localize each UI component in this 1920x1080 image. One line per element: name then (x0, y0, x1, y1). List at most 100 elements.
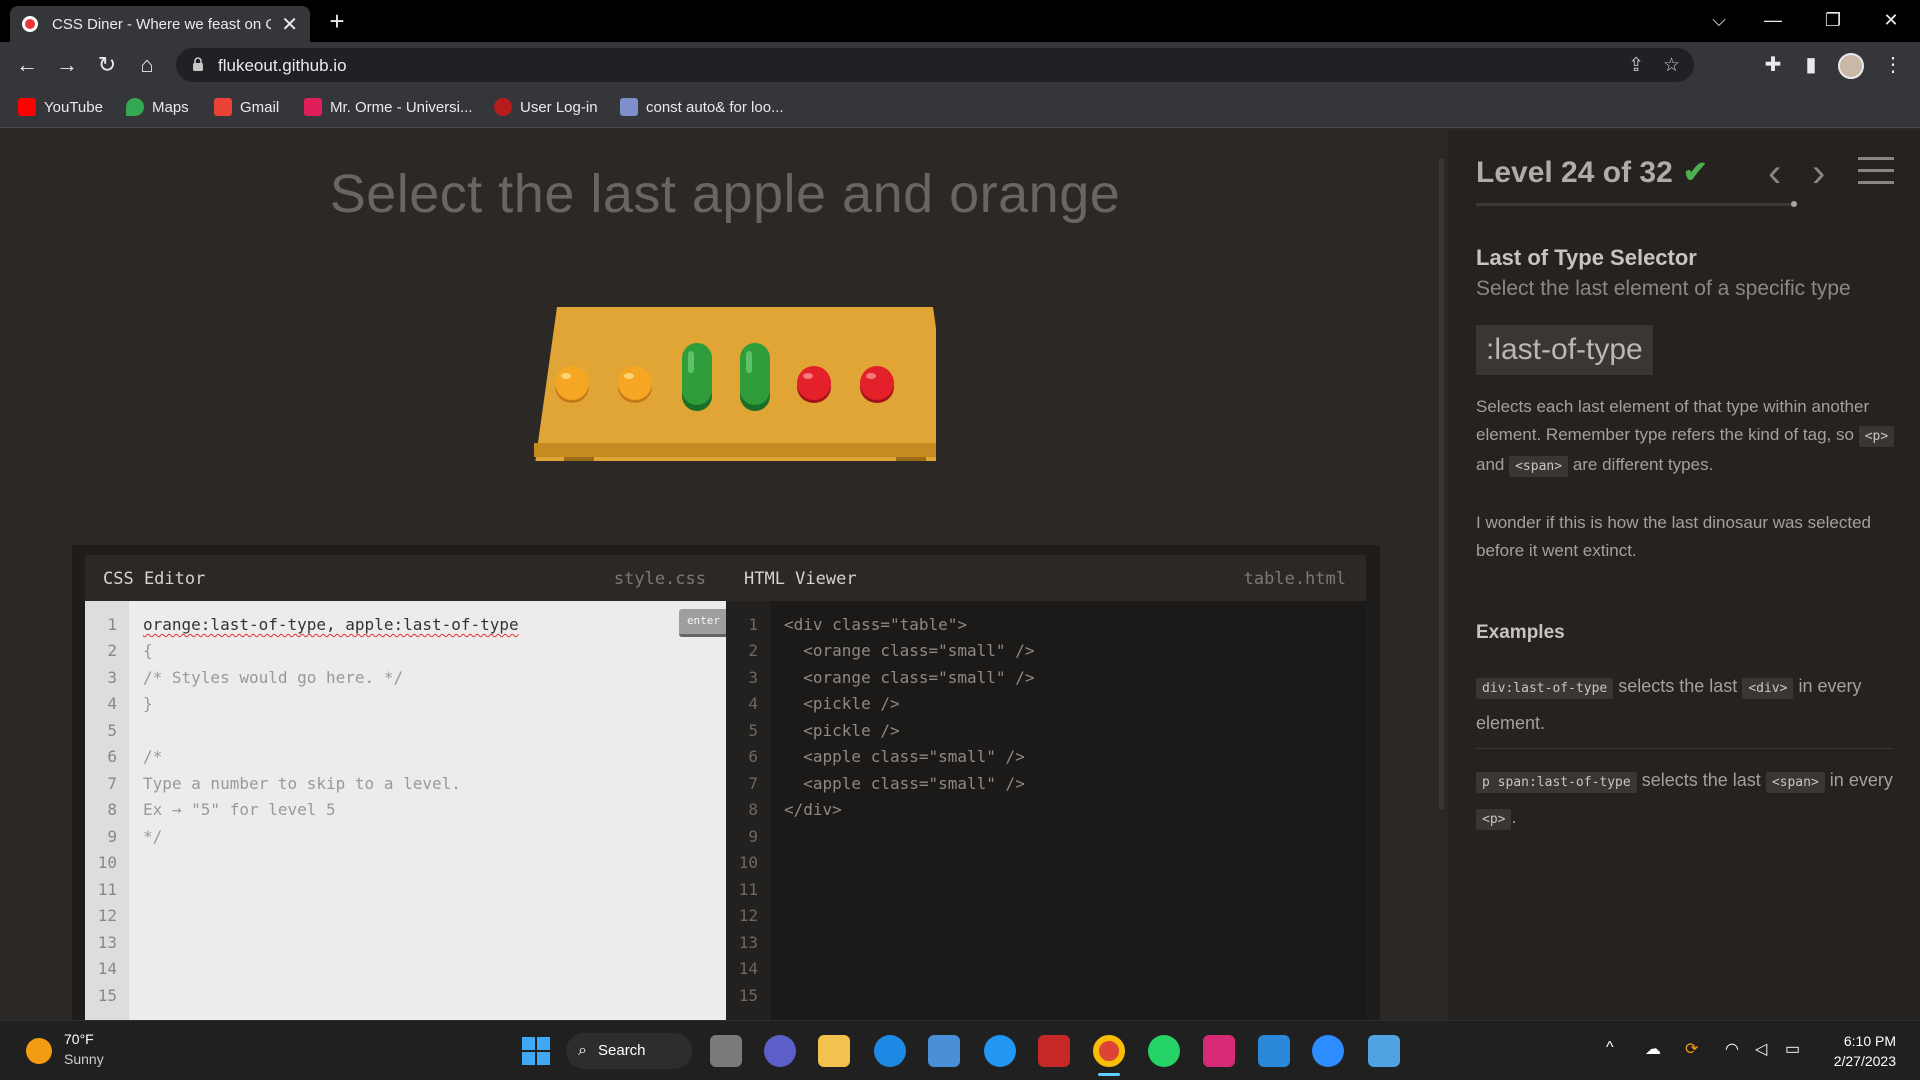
volume-icon[interactable]: ◁ (1755, 1039, 1767, 1059)
html-line[interactable]: <apple class="small" /> (784, 774, 1025, 793)
example-code: <p> (1476, 809, 1512, 830)
css-line-numbers: 1 2 3 4 5 6 7 8 9 10 11 12 13 14 15 (85, 601, 129, 1025)
restore-button[interactable]: ❐ (1810, 0, 1856, 42)
html-line[interactable]: <pickle /> (784, 694, 899, 713)
side-panel-icon[interactable]: ▮ (1796, 50, 1826, 80)
line-number: 3 (107, 668, 117, 687)
bookmark-const-auto[interactable]: const auto& for loo... (620, 98, 784, 116)
weather-temperature[interactable]: 70°F (64, 1031, 94, 1047)
apple-small[interactable] (794, 361, 834, 405)
line-number: 13 (738, 933, 758, 952)
line-number: 8 (107, 800, 117, 819)
minimize-button[interactable]: — (1750, 0, 1796, 42)
active-app-indicator (1098, 1073, 1120, 1076)
bookmark-gmail[interactable]: Gmail (214, 98, 279, 116)
home-icon[interactable]: ⌂ (132, 50, 162, 80)
whatsapp-icon[interactable] (1148, 1035, 1180, 1067)
system-clock[interactable]: 6:10 PM 2/27/2023 (1834, 1031, 1896, 1071)
next-level-icon[interactable]: › (1812, 151, 1825, 196)
bookmark-label: Gmail (240, 98, 280, 116)
line-number: 2 (107, 641, 117, 660)
pickle[interactable] (738, 341, 772, 413)
browser-menu-icon[interactable]: ⋮ (1878, 50, 1908, 80)
url-text: flukeout.github.io (218, 56, 347, 75)
active-tab[interactable]: CSS Diner - Where we feast on CSS ✕ (10, 6, 310, 42)
battery-icon[interactable]: ▭ (1785, 1039, 1800, 1059)
code-line: /* Styles would go here. */ (143, 668, 404, 687)
tab-search-chevron-icon[interactable]: ⌵ (1696, 0, 1742, 42)
vscode-icon[interactable] (1258, 1035, 1290, 1067)
example-text: . (1511, 807, 1517, 827)
bookmark-user-login[interactable]: User Log-in (494, 98, 598, 116)
code-line: */ (143, 827, 163, 846)
css-editor-title: CSS Editor (103, 569, 206, 589)
profile-avatar[interactable] (1838, 53, 1864, 79)
css-selector-input[interactable]: orange:last-of-type, apple:last-of-type (143, 615, 519, 634)
onedrive-icon[interactable]: ☁ (1645, 1039, 1661, 1059)
share-icon[interactable]: ⇪ (1628, 54, 1644, 77)
sync-icon[interactable]: ⟳ (1685, 1039, 1698, 1059)
bookmark-youtube[interactable]: YouTube (18, 98, 103, 116)
html-line[interactable]: </div> (784, 800, 842, 819)
css-filename: style.css (613, 569, 706, 589)
instagram-icon[interactable] (1203, 1035, 1235, 1067)
back-icon[interactable]: ← (12, 50, 42, 80)
html-line-numbers: 1 2 3 4 5 6 7 8 9 10 11 12 13 14 15 (726, 601, 770, 1025)
previous-level-icon[interactable]: ‹ (1768, 151, 1781, 196)
sun-icon[interactable] (26, 1038, 52, 1064)
reload-icon[interactable]: ↻ (92, 50, 122, 80)
mcafee-icon[interactable] (1038, 1035, 1070, 1067)
wifi-icon[interactable]: ◠ (1725, 1039, 1739, 1059)
address-bar[interactable]: flukeout.github.io ⇪ ☆ (176, 48, 1694, 82)
orange-small[interactable] (615, 361, 655, 405)
close-window-button[interactable]: ✕ (1868, 0, 1914, 42)
weather-condition[interactable]: Sunny (64, 1051, 104, 1067)
task-view-icon[interactable] (710, 1035, 742, 1067)
apple-small[interactable] (857, 361, 897, 405)
panel-resize-handle[interactable] (1439, 159, 1444, 809)
new-tab-button[interactable]: + (322, 6, 352, 36)
bookmark-mr-orme[interactable]: Mr. Orme - Universi... (304, 98, 473, 116)
youtube-icon (18, 98, 36, 116)
completed-check-icon: ✔ (1682, 156, 1708, 189)
bookmark-label: Maps (152, 98, 189, 116)
zoom-icon[interactable] (1312, 1035, 1344, 1067)
show-hidden-icons[interactable]: ^ (1606, 1039, 1614, 1057)
bookmark-star-icon[interactable]: ☆ (1663, 54, 1680, 77)
chat-icon[interactable] (764, 1035, 796, 1067)
close-tab-icon[interactable]: ✕ (281, 12, 298, 37)
html-line[interactable]: <orange class="small" /> (784, 668, 1034, 687)
line-number: 6 (748, 747, 758, 766)
html-line[interactable]: <orange class="small" /> (784, 641, 1034, 660)
forward-icon[interactable]: → (52, 50, 82, 80)
chrome-icon[interactable] (1093, 1035, 1125, 1067)
edge-icon[interactable] (874, 1035, 906, 1067)
browser-toolbar: ← → ↻ ⌂ flukeout.github.io ⇪ ☆ ✚ ▮ ⋮ (0, 42, 1920, 88)
file-explorer-icon[interactable] (818, 1035, 850, 1067)
slack-icon (304, 98, 322, 116)
level-menu-icon[interactable] (1858, 157, 1894, 187)
photos-icon[interactable] (1368, 1035, 1400, 1067)
start-icon[interactable] (520, 1035, 552, 1067)
hint-code: <p> (1858, 426, 1895, 447)
enter-button[interactable]: enter (679, 609, 728, 637)
line-number: 5 (748, 721, 758, 740)
search-icon: ⌕ (578, 1042, 587, 1059)
line-number: 3 (748, 668, 758, 687)
html-line[interactable]: <pickle /> (784, 721, 899, 740)
line-number: 11 (97, 880, 117, 899)
line-number: 5 (107, 721, 117, 740)
bookmark-maps[interactable]: Maps (126, 98, 189, 116)
taskbar-search[interactable]: ⌕ Search (566, 1033, 692, 1069)
html-line[interactable]: <apple class="small" /> (784, 747, 1025, 766)
pickle[interactable] (680, 341, 714, 413)
html-viewer-header: HTML Viewer table.html (726, 555, 1366, 601)
orange-small[interactable] (552, 361, 592, 405)
html-line[interactable]: <div class="table"> (784, 615, 967, 634)
example-text: selects the last (1641, 770, 1761, 790)
extensions-icon[interactable]: ✚ (1758, 50, 1788, 80)
store-icon[interactable] (928, 1035, 960, 1067)
line-number: 11 (738, 880, 758, 899)
selector-title: Select the last element of a specific ty… (1476, 277, 1851, 300)
help-icon[interactable] (984, 1035, 1016, 1067)
